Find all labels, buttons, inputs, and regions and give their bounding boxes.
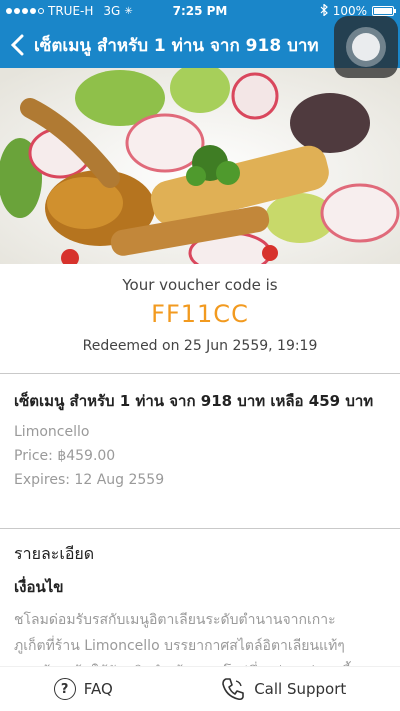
battery-fill [374, 8, 392, 14]
question-icon: ? [53, 678, 76, 700]
back-button[interactable] [0, 22, 34, 68]
bluetooth-icon [320, 2, 328, 19]
deal-expiry: Expires: 12 Aug 2559 [14, 472, 165, 488]
description-text: ชโลมด่อมรับรสกับเมนูอิตาเลียนระดับตำนานจ… [14, 607, 386, 668]
chevron-left-icon [10, 34, 24, 56]
conditions-heading: เงื่อนไข [14, 578, 64, 596]
description-line: ภูเก็ตที่ร้าน Limoncello บรรยากาศสไตล์อิ… [14, 638, 345, 654]
voucher-code: FF11CC [151, 300, 249, 328]
deal-details: เซ็ตเมนู สำหรับ 1 ท่าน จาก 918 บาท เหลือ… [0, 375, 400, 529]
bottom-bar: ? FAQ Call Support [0, 666, 400, 711]
description-section: รายละเอียด เงื่อนไข ชโลมด่อมรับรสกับเมนู… [0, 530, 400, 668]
battery-icon [372, 6, 396, 16]
redeemed-date: Redeemed on 25 Jun 2559, 19:19 [82, 338, 318, 354]
carrier-name: TRUE-H [48, 4, 94, 18]
voucher-code-label: Your voucher code is [122, 276, 278, 294]
activity-icon: ✳ [124, 5, 133, 17]
phone-icon [222, 678, 244, 701]
faq-button[interactable]: ? FAQ [53, 678, 113, 700]
call-support-button[interactable]: Call Support [220, 676, 346, 702]
network-type: 3G [103, 4, 121, 18]
deal-photo [0, 68, 400, 264]
signal-strength-icon [6, 8, 44, 14]
merchant-name: Limoncello [14, 424, 90, 440]
assistive-touch-button[interactable] [334, 16, 398, 78]
voucher-code-section: Your voucher code is FF11CC Redeemed on … [0, 264, 400, 374]
description-line: ชโลมด่อมรับรสกับเมนูอิตาเลียนระดับตำนานจ… [14, 612, 336, 628]
deal-title: เซ็ตเมนู สำหรับ 1 ท่าน จาก 918 บาท เหลือ… [14, 392, 374, 410]
call-support-label: Call Support [254, 680, 347, 698]
description-heading: รายละเอียด [14, 544, 95, 563]
deal-price: Price: ฿459.00 [14, 448, 116, 464]
faq-label: FAQ [83, 680, 113, 698]
